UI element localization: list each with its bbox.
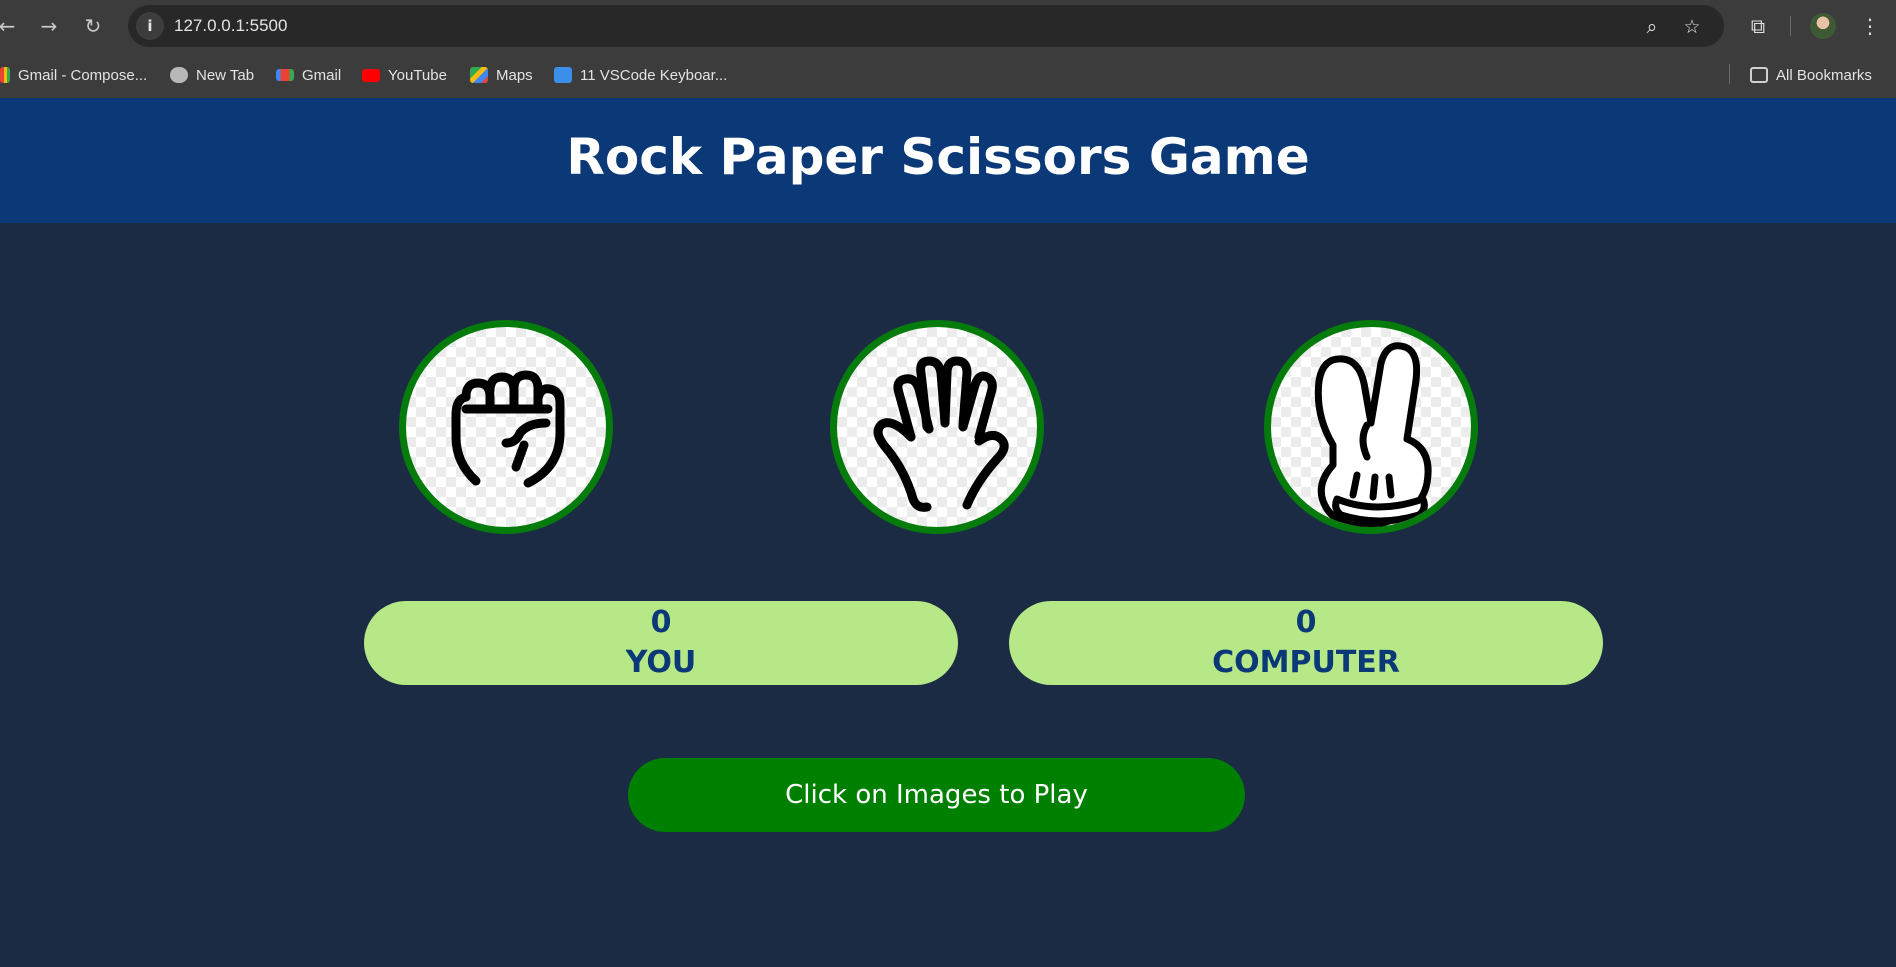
game-page: Rock Paper Scissors Game 0 YOU 0 COMPUTE… xyxy=(0,98,1896,967)
bookmark-new-tab[interactable]: New Tab xyxy=(170,63,254,87)
scissors-choice[interactable] xyxy=(1264,320,1478,534)
bookmark-vscode[interactable]: 11 VSCode Keyboar... xyxy=(554,63,727,87)
status-message: Click on Images to Play xyxy=(628,758,1245,832)
bookmark-gmail[interactable]: Gmail xyxy=(276,63,341,87)
two-fingers-icon xyxy=(1314,342,1432,527)
back-arrow-icon[interactable]: ← xyxy=(0,13,20,39)
bookmark-maps[interactable]: Maps xyxy=(470,63,533,87)
zoom-icon[interactable]: ⌕ xyxy=(1640,15,1664,39)
gmail-icon xyxy=(276,69,294,81)
address-bar[interactable]: i 127.0.0.1:5500 ⌕ ☆ xyxy=(128,5,1724,47)
bookmark-label: YouTube xyxy=(388,66,447,84)
computer-score-label: COMPUTER xyxy=(1212,645,1400,680)
forward-arrow-icon[interactable]: → xyxy=(36,13,62,39)
computer-score-value: 0 xyxy=(1295,605,1317,640)
globe-icon xyxy=(170,67,188,83)
paper-choice[interactable] xyxy=(830,320,1044,534)
user-score-value: 0 xyxy=(650,605,672,640)
folder-icon xyxy=(1750,67,1768,83)
profile-avatar[interactable] xyxy=(1810,13,1836,39)
open-hand-icon xyxy=(873,356,1009,512)
info-icon xyxy=(554,67,572,83)
toolbar-divider xyxy=(1790,16,1791,36)
computer-score-box: 0 COMPUTER xyxy=(1009,601,1603,685)
reload-icon[interactable]: ↻ xyxy=(80,13,106,39)
rock-choice[interactable] xyxy=(399,320,613,534)
bookmark-youtube[interactable]: YouTube xyxy=(362,63,447,87)
bookmark-label: Gmail - Compose... xyxy=(18,66,148,84)
page-title: Rock Paper Scissors Game xyxy=(566,128,1310,186)
all-bookmarks[interactable]: All Bookmarks xyxy=(1750,63,1872,87)
bookmark-label: Gmail xyxy=(302,66,342,84)
maps-icon xyxy=(470,67,488,83)
menu-icon[interactable]: ⋮ xyxy=(1856,12,1884,40)
page-header: Rock Paper Scissors Game xyxy=(0,98,1896,223)
all-bookmarks-label: All Bookmarks xyxy=(1776,66,1872,84)
gmail-icon xyxy=(0,67,10,83)
bookmark-label: Maps xyxy=(496,66,533,84)
fist-icon xyxy=(451,370,565,488)
user-score-label: YOU xyxy=(625,645,697,680)
bookmarks-bar: Gmail - Compose... New Tab Gmail YouTube… xyxy=(0,52,1896,98)
bookmarks-divider xyxy=(1729,64,1730,84)
user-score-box: 0 YOU xyxy=(364,601,958,685)
youtube-icon xyxy=(362,68,380,82)
url-text[interactable]: 127.0.0.1:5500 xyxy=(174,16,287,36)
extensions-icon[interactable]: ⧉ xyxy=(1744,12,1772,40)
bookmark-gmail-compose[interactable]: Gmail - Compose... xyxy=(0,63,147,87)
bookmark-star-icon[interactable]: ☆ xyxy=(1680,15,1704,39)
bookmark-label: New Tab xyxy=(196,66,255,84)
bookmark-label: 11 VSCode Keyboar... xyxy=(580,66,728,84)
site-info-icon[interactable]: i xyxy=(136,12,164,40)
browser-toolbar: ← → ↻ i 127.0.0.1:5500 ⌕ ☆ ⧉ ⋮ xyxy=(0,0,1896,52)
